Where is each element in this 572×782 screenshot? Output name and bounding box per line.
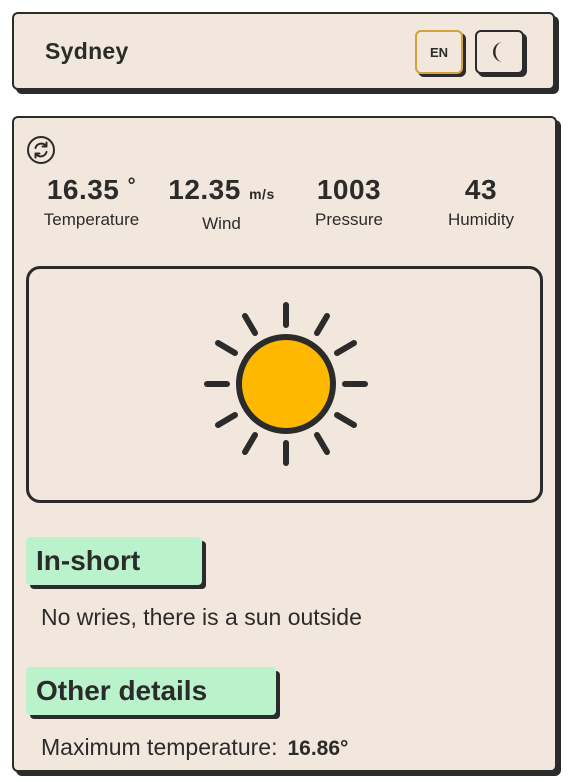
max-temperature-value: 16.86° bbox=[287, 737, 349, 760]
max-temperature-row: Maximum temperature: 16.86° bbox=[41, 734, 348, 761]
humidity-label: Humidity bbox=[447, 210, 515, 229]
stat-humidity: 43 Humidity bbox=[426, 174, 536, 230]
in-short-text: No wries, there is a sun outside bbox=[41, 604, 362, 630]
stat-pressure: 1003 Pressure bbox=[294, 174, 404, 230]
other-details-heading: Other details bbox=[26, 667, 276, 715]
refresh-icon[interactable] bbox=[26, 135, 56, 165]
max-temperature-label: Maximum temperature: bbox=[41, 734, 278, 760]
temperature-value: 16.35 bbox=[46, 174, 120, 205]
wind-unit: m/s bbox=[249, 186, 275, 202]
humidity-value: 43 bbox=[464, 174, 498, 205]
moon-icon bbox=[492, 42, 503, 62]
wind-value: 12.35 bbox=[168, 174, 241, 205]
pressure-label: Pressure bbox=[314, 210, 384, 229]
language-button[interactable]: EN bbox=[415, 30, 463, 74]
weather-illustration bbox=[26, 266, 543, 503]
wind-label: Wind bbox=[202, 214, 241, 233]
city-name: Sydney bbox=[45, 38, 129, 64]
theme-toggle-button[interactable] bbox=[475, 30, 524, 74]
temperature-unit: ° bbox=[127, 175, 137, 197]
stat-temperature: 16.35 ° Temperature bbox=[34, 174, 149, 230]
sun-icon bbox=[204, 302, 368, 466]
pressure-value: 1003 bbox=[316, 174, 382, 205]
temperature-label: Temperature bbox=[43, 210, 140, 229]
in-short-heading: In-short bbox=[26, 537, 202, 585]
weather-card: 16.35 ° Temperature 12.35 m/s Wind 1003 … bbox=[12, 116, 557, 772]
stat-wind: 12.35 m/s Wind bbox=[159, 174, 284, 234]
header-card: Sydney EN bbox=[12, 12, 555, 90]
